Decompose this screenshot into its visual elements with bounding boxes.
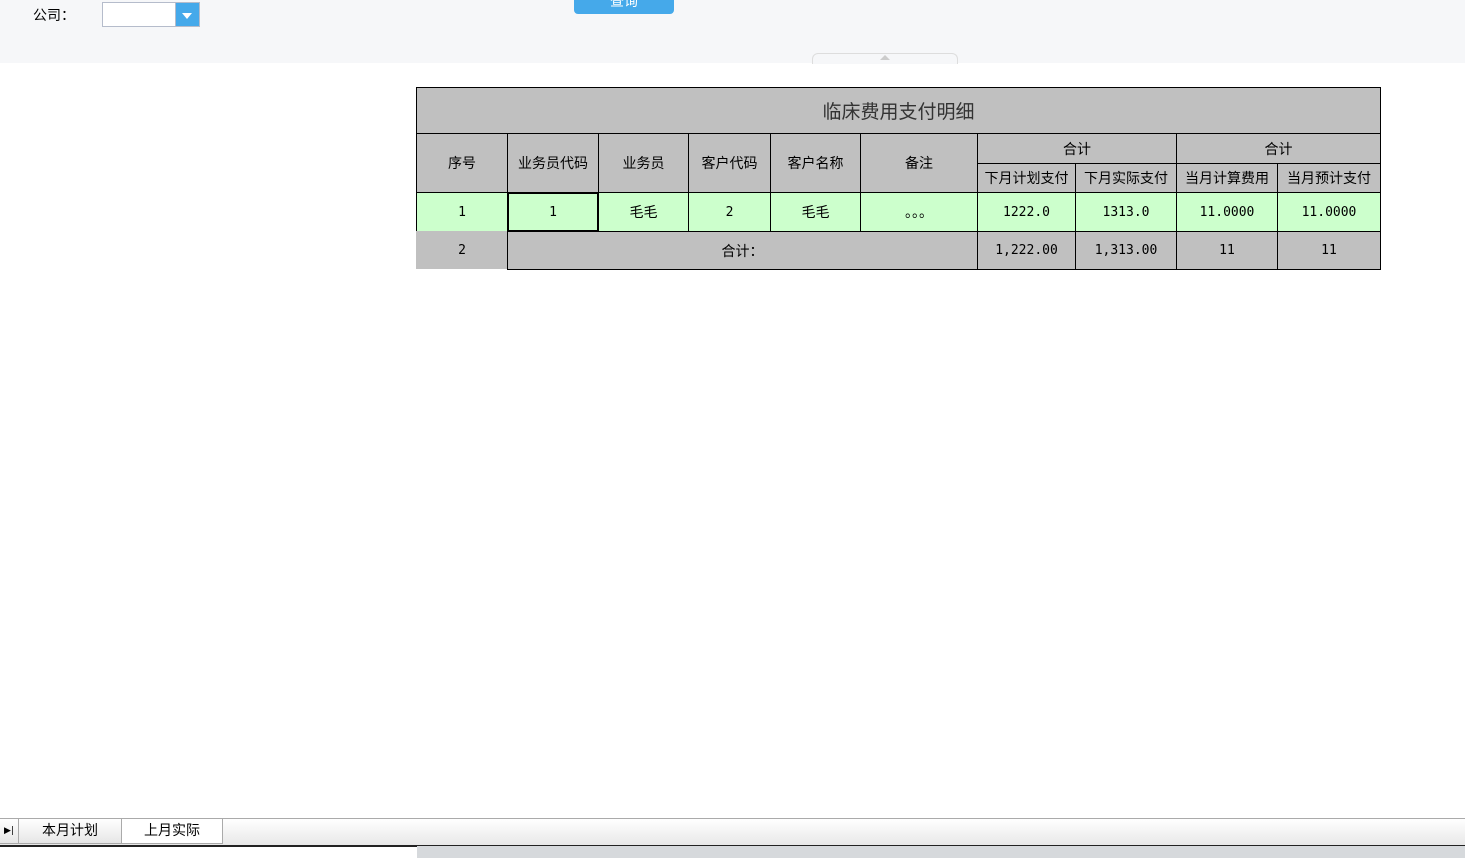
total-label: 合计： xyxy=(507,231,978,270)
header-cust-name: 客户名称 xyxy=(770,133,861,193)
header-cur-est: 当月预计支付 xyxy=(1277,163,1381,193)
filter-bar: 公司： 查询 xyxy=(0,0,1465,64)
header-cur-calc: 当月计算费用 xyxy=(1176,163,1278,193)
total-next-plan: 1,222.00 xyxy=(977,231,1076,270)
cell-seq[interactable]: 1 xyxy=(416,192,508,232)
header-remark: 备注 xyxy=(860,133,978,193)
sheet-tab-last-month-actual[interactable]: 上月实际 xyxy=(121,819,223,844)
last-sheet-icon[interactable]: ▶| xyxy=(0,819,19,844)
company-label: 公司： xyxy=(33,8,75,24)
cell-next-plan[interactable]: 1222.0 xyxy=(977,192,1076,232)
total-next-actual: 1,313.00 xyxy=(1075,231,1177,270)
header-group-total-1: 合计 xyxy=(977,133,1177,164)
cell-cur-est[interactable]: 11.0000 xyxy=(1277,192,1381,232)
header-next-plan: 下月计划支付 xyxy=(977,163,1076,193)
cell-next-actual[interactable]: 1313.0 xyxy=(1075,192,1177,232)
sheet-tab-this-month-plan[interactable]: 本月计划 xyxy=(18,819,122,844)
taskbar xyxy=(417,846,1465,858)
header-staff: 业务员 xyxy=(598,133,689,193)
query-button[interactable]: 查询 xyxy=(574,0,674,14)
header-seq: 序号 xyxy=(416,133,508,193)
total-seq: 2 xyxy=(416,231,508,269)
report-title: 临床费用支付明细 xyxy=(416,87,1381,134)
cell-cust-code[interactable]: 2 xyxy=(688,192,771,232)
header-cust-code: 客户代码 xyxy=(688,133,771,193)
header-group-total-2: 合计 xyxy=(1176,133,1381,164)
collapse-handle[interactable] xyxy=(812,53,958,64)
cell-cust-name[interactable]: 毛毛 xyxy=(770,192,861,232)
header-staff-code: 业务员代码 xyxy=(507,133,599,193)
cell-remark[interactable]: 。。。 xyxy=(860,192,978,232)
total-cur-calc: 11 xyxy=(1176,231,1278,270)
cell-staff[interactable]: 毛毛 xyxy=(598,192,689,232)
chevron-down-icon[interactable] xyxy=(175,3,199,26)
cell-staff-code-selected[interactable]: 1 xyxy=(507,192,599,232)
company-select[interactable] xyxy=(102,2,200,27)
cell-cur-calc[interactable]: 11.0000 xyxy=(1176,192,1278,232)
header-next-actual: 下月实际支付 xyxy=(1075,163,1177,193)
total-cur-est: 11 xyxy=(1277,231,1381,270)
sheet-tab-bar: ▶| 本月计划 上月实际 xyxy=(0,818,1465,847)
